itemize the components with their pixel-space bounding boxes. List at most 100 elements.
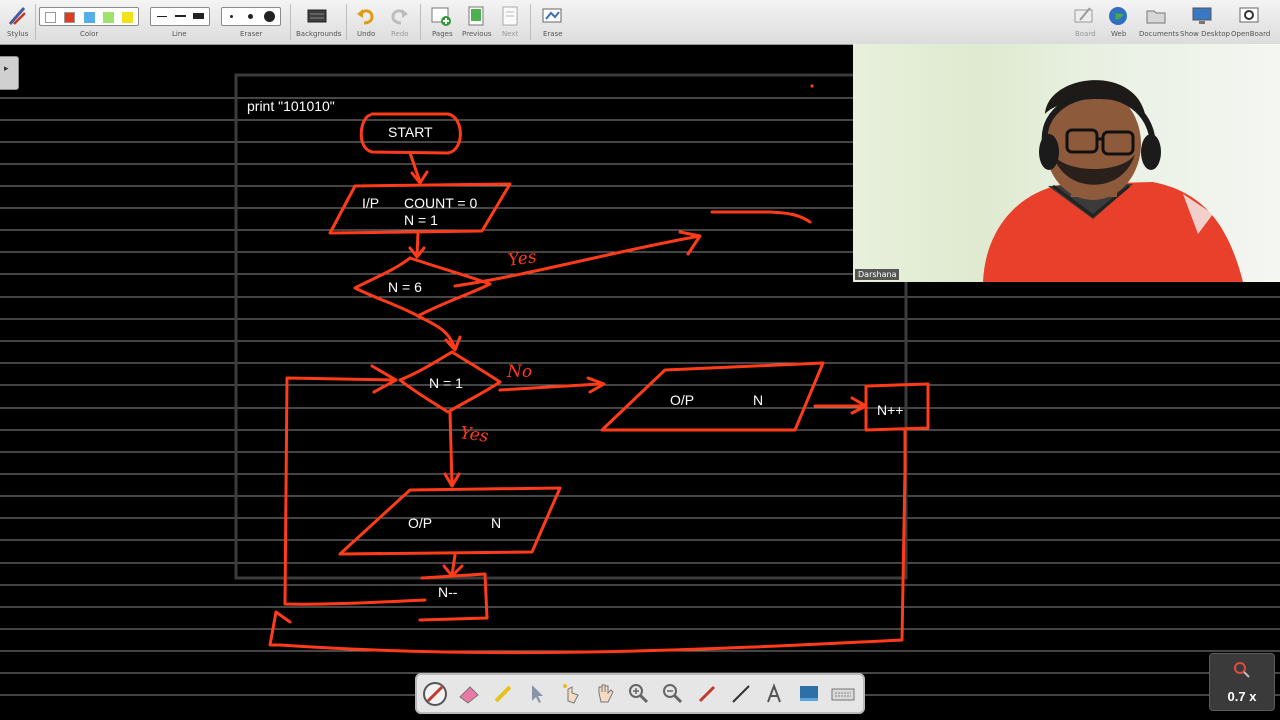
yes-branch-down-arrow [443,410,461,488]
toolbar-separator [346,4,347,40]
participant-name: Darshana [855,269,900,280]
previous-page-icon[interactable] [465,5,487,27]
flow-arrow [442,553,464,578]
show-desktop-icon[interactable] [1191,5,1213,27]
increment-label: N++ [877,402,904,418]
line-width-picker[interactable] [150,7,210,26]
add-page-icon[interactable] [430,5,452,27]
eraser-small-icon[interactable] [230,15,233,18]
decrement-loop-path [283,364,427,606]
no-label: No [507,362,533,382]
board-label: Board [1075,30,1096,38]
color-swatch-blue[interactable] [84,12,95,23]
tool-dock [415,673,865,714]
backgrounds-icon[interactable] [306,5,328,27]
next-label: Next [502,30,519,38]
decrement-label: N-- [438,584,458,600]
show-desktop-label: Show Desktop [1180,30,1230,38]
toolbar-separator [35,4,36,40]
erase-all-icon[interactable] [541,5,563,27]
documents-label: Documents [1139,30,1179,38]
color-picker[interactable] [39,7,139,26]
flow-arrow [408,231,426,259]
line-medium-icon[interactable] [175,15,186,17]
yes-label-1: Yes [506,247,538,271]
expand-arrow-icon: ▸ [4,63,9,73]
output-right-label: O/P [670,392,695,408]
undo-label: Undo [357,30,376,38]
n-init-label: N = 1 [404,212,438,228]
output-right-parallelogram-shape [600,361,825,432]
line-thick-icon[interactable] [193,13,204,19]
interactor-icon[interactable] [558,681,584,707]
output-bottom-label: O/P [408,515,433,531]
capture-icon[interactable] [796,681,822,707]
eraser-large-icon[interactable] [264,11,275,22]
decision-n6-shape [353,256,492,318]
output-bottom-value: N [491,515,502,531]
start-label: START [388,124,433,140]
toolbar-separator [420,4,421,40]
decision-n1-label: N = 1 [429,375,463,391]
openboard-label: OpenBoard [1231,30,1271,38]
color-swatch-white[interactable] [45,12,56,23]
toolbar-separator [290,4,291,40]
flow-arrow [813,396,868,415]
yes-branch-arrow [453,230,702,288]
zoom-level-value: 0.7 x [1227,689,1257,704]
print-caption: print "101010" [247,98,335,114]
keyboard-icon[interactable] [830,681,856,707]
previous-label: Previous [462,30,492,38]
eraser-label: Eraser [240,30,263,38]
eraser-icon[interactable] [456,681,482,707]
undo-icon[interactable] [355,5,377,27]
input-label: I/P [362,195,380,211]
zoom-in-icon[interactable] [626,681,652,707]
stray-stroke [710,210,812,224]
text-icon[interactable] [762,681,788,707]
backgrounds-label: Backgrounds [296,30,342,38]
toolbar-separator [530,4,531,40]
stylus-label: Stylus [7,30,29,38]
output-right-value: N [753,392,764,408]
pen-icon[interactable] [422,681,448,707]
ink-dot [810,84,814,88]
flow-arrow [408,151,429,185]
color-swatch-green[interactable] [103,12,114,23]
laser-pointer-icon[interactable] [694,681,720,707]
top-toolbar: Stylus Color Line Eraser Backgrounds Und… [0,0,1280,45]
next-page-icon[interactable] [499,5,521,27]
openboard-settings-icon[interactable] [1238,5,1260,27]
count-init-label: COUNT = 0 [404,195,478,211]
color-swatch-yellow[interactable] [122,12,133,23]
line-label: Line [172,30,187,38]
line-thin-icon[interactable] [157,16,167,17]
marker-icon[interactable] [490,681,516,707]
line-icon[interactable] [728,681,754,707]
flow-arrow [416,314,462,352]
color-label: Color [80,30,99,38]
stylus-icon[interactable] [6,5,28,27]
zoom-magnifier-icon [1234,662,1250,678]
eraser-size-picker[interactable] [221,7,281,26]
selector-icon[interactable] [524,681,550,707]
zoom-out-icon[interactable] [660,681,686,707]
zoom-indicator[interactable]: 0.7 x [1209,653,1275,711]
erase-label: Erase [543,30,563,38]
redo-label: Redo [391,30,409,38]
webcam-person-image [983,80,1243,282]
documents-folder-icon[interactable] [1145,5,1167,27]
web-label: Web [1111,30,1127,38]
side-panel-toggle[interactable]: ▸ [0,56,19,90]
redo-icon[interactable] [388,5,410,27]
web-globe-icon[interactable] [1107,5,1129,27]
color-swatch-red[interactable] [64,12,75,23]
webcam-feed: Darshana [853,44,1280,282]
board-icon[interactable] [1073,5,1095,27]
output-bottom-parallelogram-shape [338,486,562,556]
page-frame [234,73,908,580]
eraser-medium-icon[interactable] [248,14,253,19]
yes-label-2: Yes [458,423,490,447]
hand-icon[interactable] [592,681,618,707]
pages-label: Pages [432,30,453,38]
